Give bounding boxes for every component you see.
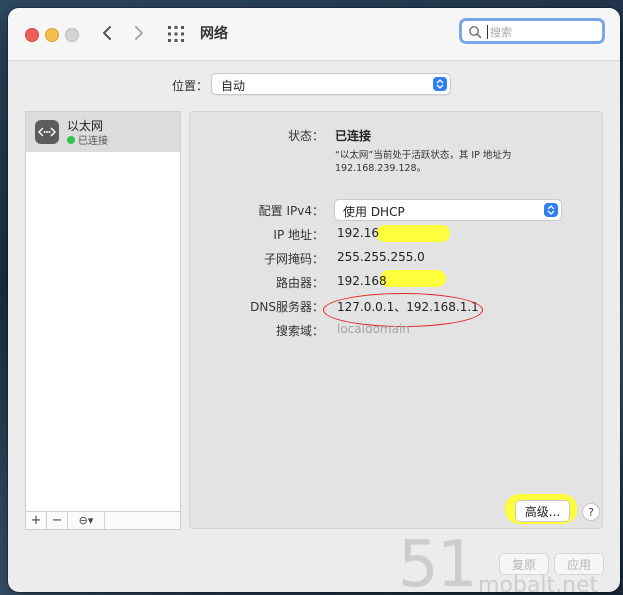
location-value: 自动 [221, 79, 246, 93]
titlebar: 网络 搜索 [8, 8, 620, 61]
service-item-ethernet[interactable]: 以太网 已连接 [26, 112, 180, 152]
service-status: 已连接 [78, 136, 108, 147]
service-list-toolbar: + − ⊖▾ [25, 511, 181, 530]
dns-server-label: DNS服务器： [250, 300, 324, 314]
ethernet-icon [35, 120, 59, 144]
configure-ipv4-select[interactable]: 使用 DHCP [334, 199, 562, 221]
yellow-highlight-mark [376, 225, 450, 242]
show-all-grid-icon[interactable] [167, 25, 185, 43]
advanced-button[interactable]: 高级... [515, 500, 570, 522]
status-description: “以太网”当前处于活跃状态，其 IP 地址为 192.168.239.128。 [335, 150, 512, 174]
configure-ipv4-label: 配置 IPv4： [258, 204, 324, 218]
select-stepper-icon [544, 203, 558, 217]
router-label: 路由器： [275, 276, 324, 290]
subnet-mask-label: 子网掩码： [263, 252, 324, 266]
help-button[interactable]: ? [582, 503, 600, 521]
text-caret [487, 25, 488, 39]
close-button[interactable] [25, 28, 39, 42]
subnet-mask-value: 255.255.255.0 [337, 250, 425, 264]
remove-service-button[interactable]: − [47, 512, 68, 529]
connected-status-dot [67, 136, 75, 144]
ip-address-value: 192.16 [337, 226, 379, 240]
chevron-left-icon [103, 26, 111, 40]
ip-address-label: IP 地址： [273, 228, 324, 242]
watermark-logo: 51 [398, 528, 477, 592]
router-value: 192.168 [337, 274, 387, 288]
status-value: 已连接 [335, 129, 372, 143]
status-label: 状态： [287, 129, 324, 143]
service-action-menu-button[interactable]: ⊖▾ [68, 512, 105, 529]
search-field[interactable]: 搜索 [459, 18, 605, 44]
configure-ipv4-value: 使用 DHCP [343, 205, 405, 219]
select-stepper-icon [433, 77, 447, 91]
back-button[interactable] [94, 20, 120, 46]
service-list: 以太网 已连接 [25, 111, 181, 529]
watermark-text: mobalt.net [478, 573, 599, 592]
search-icon [469, 26, 482, 39]
apply-button[interactable]: 应用 [554, 553, 604, 575]
search-domain-value: localdomain [337, 322, 410, 336]
window-title: 网络 [200, 26, 228, 42]
revert-button[interactable]: 复原 [499, 553, 549, 575]
add-service-button[interactable]: + [26, 512, 47, 529]
yellow-highlight-mark [380, 270, 446, 287]
zoom-button[interactable] [65, 28, 79, 42]
location-select[interactable]: 自动 [211, 73, 451, 95]
chevron-right-icon [135, 26, 143, 40]
network-preferences-window: 网络 搜索 位置： 自动 以太网 已连接 + − ⊖▾ 状态： 已连接 “以太网… [8, 8, 620, 592]
location-label: 位置： [172, 79, 209, 93]
search-placeholder: 搜索 [490, 26, 512, 39]
minimize-button[interactable] [45, 28, 59, 42]
forward-button[interactable] [126, 20, 152, 46]
search-domain-label: 搜索域： [275, 324, 324, 338]
